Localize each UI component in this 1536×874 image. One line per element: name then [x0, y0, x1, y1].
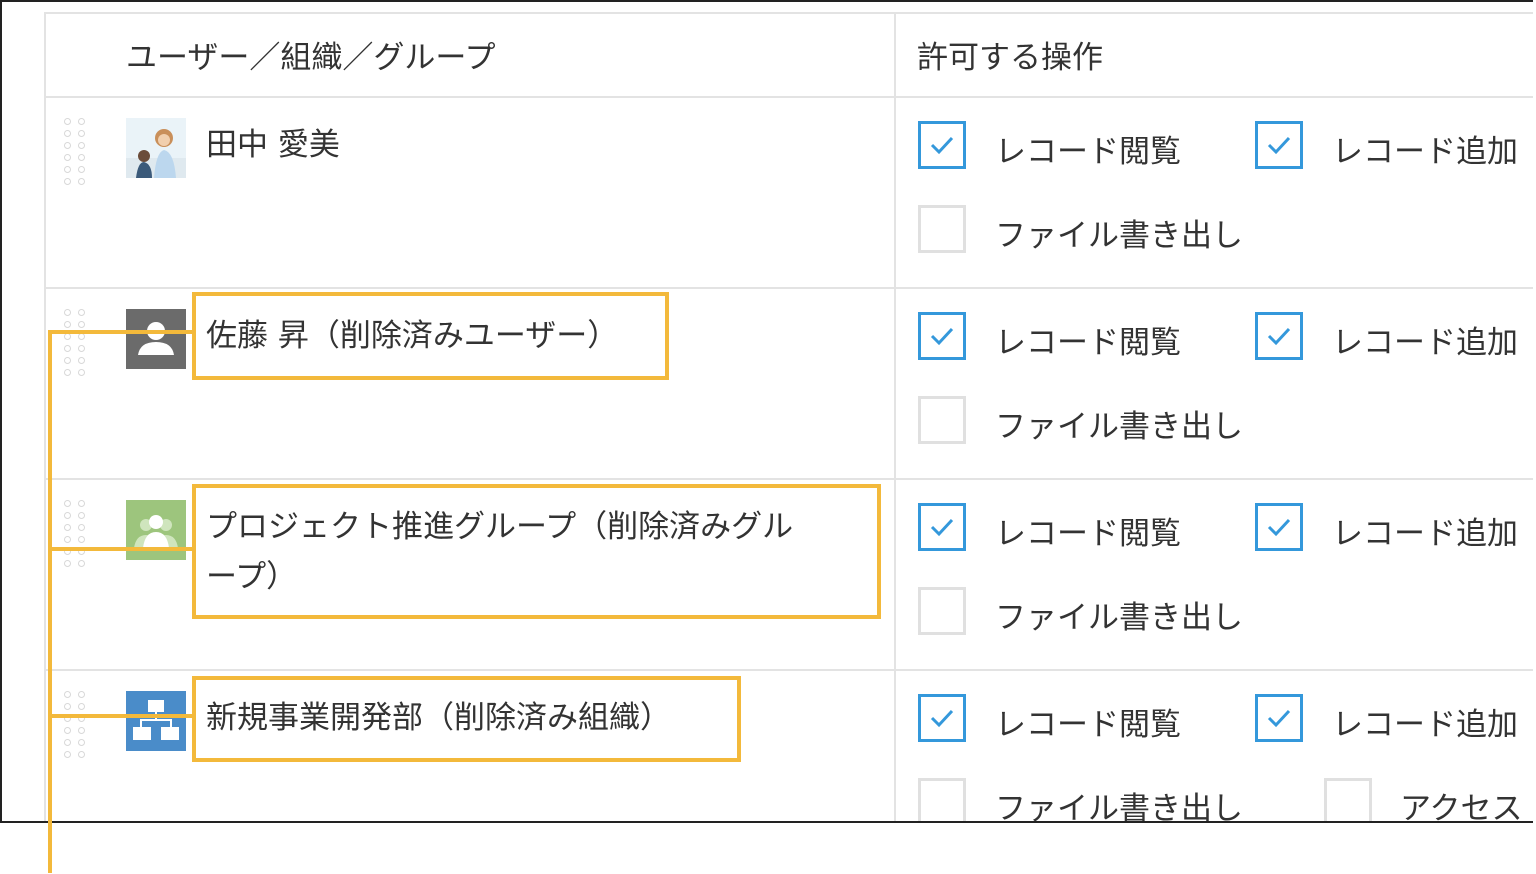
- checkbox-file-export[interactable]: [918, 205, 966, 253]
- label-record-view: レコード閲覧: [995, 134, 1181, 170]
- label-record-view: レコード閲覧: [995, 707, 1181, 743]
- checkbox-record-view[interactable]: [918, 694, 966, 742]
- column-header-permissions: 許可する操作: [917, 40, 1103, 76]
- checkbox-record-add[interactable]: [1255, 312, 1303, 360]
- drag-handle-icon[interactable]: [62, 500, 92, 580]
- user-photo-avatar: [126, 118, 186, 178]
- drag-handle-icon[interactable]: [62, 118, 92, 198]
- organization-icon: [126, 691, 186, 751]
- checkbox-file-export[interactable]: [918, 778, 966, 821]
- label-record-add: レコード追加: [1332, 516, 1518, 552]
- checkbox-record-view[interactable]: [918, 503, 966, 551]
- deleted-user-icon: [126, 309, 186, 369]
- checkbox-record-view[interactable]: [918, 121, 966, 169]
- label-record-add: レコード追加: [1332, 707, 1518, 743]
- label-file-export: ファイル書き出し: [995, 600, 1243, 636]
- callout-line-vertical: [48, 330, 52, 873]
- label-record-view: レコード閲覧: [995, 325, 1181, 361]
- column-header-entity: ユーザー／組織／グループ: [126, 40, 496, 76]
- highlight-box-deleted-user: [192, 292, 669, 380]
- checkbox-record-add[interactable]: [1255, 121, 1303, 169]
- callout-line-organization: [48, 714, 192, 718]
- callout-line-group: [48, 547, 192, 551]
- label-record-view: レコード閲覧: [995, 516, 1181, 552]
- group-icon: [126, 500, 186, 560]
- checkbox-record-view[interactable]: [918, 312, 966, 360]
- label-file-export: ファイル書き出し: [995, 218, 1243, 254]
- checkbox-record-add[interactable]: [1255, 694, 1303, 742]
- permission-table-panel: ユーザー／組織／グループ 許可する操作 田中 愛美 レコード閲覧 レコード追加 …: [0, 0, 1533, 823]
- label-record-add: レコード追加: [1332, 134, 1518, 170]
- highlight-box-deleted-group: [192, 484, 881, 619]
- checkbox-file-export[interactable]: [918, 396, 966, 444]
- drag-handle-icon[interactable]: [62, 691, 92, 771]
- callout-line-user: [48, 330, 192, 334]
- label-record-add: レコード追加: [1332, 325, 1518, 361]
- checkbox-record-add[interactable]: [1255, 503, 1303, 551]
- highlight-box-deleted-organization: [192, 676, 741, 762]
- entity-name: 田中 愛美: [206, 127, 340, 163]
- label-file-export: ファイル書き出し: [995, 409, 1243, 445]
- drag-handle-icon[interactable]: [62, 309, 92, 389]
- checkbox-access[interactable]: [1324, 778, 1372, 821]
- label-access: アクセス: [1400, 791, 1523, 823]
- checkbox-file-export[interactable]: [918, 587, 966, 635]
- label-file-export: ファイル書き出し: [995, 791, 1243, 823]
